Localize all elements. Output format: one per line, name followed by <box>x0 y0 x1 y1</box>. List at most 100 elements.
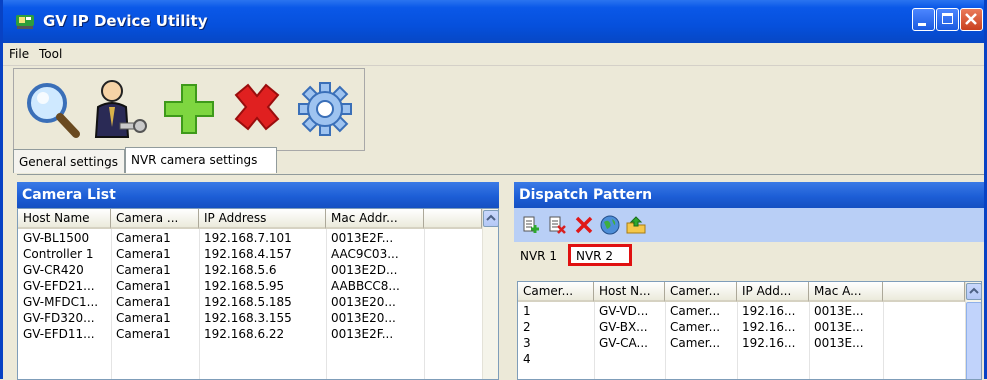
cell-camera: Camera1 <box>116 295 171 309</box>
cell-mac-address: 0013E2F... <box>331 231 394 245</box>
dispatch-toolbar <box>514 208 984 242</box>
nvr-subtabs: NVR 1 NVR 2 <box>514 242 984 266</box>
cell-ip-address: 192.16... <box>742 336 796 350</box>
tab-nvr-1[interactable]: NVR 1 <box>516 246 561 266</box>
cell-mac-address: 0013E... <box>814 320 864 334</box>
table-row[interactable]: GV-FD320... Camera1 192.168.3.155 0013E20..… <box>18 310 482 326</box>
search-button[interactable] <box>22 77 84 141</box>
dispatch-delete-button[interactable] <box>572 213 596 237</box>
chevron-up-icon <box>486 214 496 221</box>
tab-nvr-camera-settings[interactable]: NVR camera settings <box>125 147 277 173</box>
dispatch-table[interactable]: Camer... Host N... Camer... IP Add... Ma… <box>517 281 982 380</box>
cell-camera-no: 3 <box>523 336 531 350</box>
title-bar[interactable]: GV IP Device Utility <box>3 0 984 43</box>
dispatch-export-button[interactable] <box>624 213 648 237</box>
add-green-icon <box>523 216 539 233</box>
cell-mac-address: 0013E2F... <box>331 327 394 341</box>
gear-icon <box>298 82 352 136</box>
globe-icon <box>600 215 620 235</box>
table-row[interactable]: 4 <box>518 351 965 367</box>
column-header-camera-no[interactable]: Camer... <box>518 282 594 302</box>
scroll-up-button[interactable] <box>483 210 498 227</box>
cell-ip-address <box>737 351 809 367</box>
cell-mac-address: 0013E20... <box>331 295 396 309</box>
dispatch-network-button[interactable] <box>598 213 622 237</box>
cell-ip-address: 192.168.4.157 <box>204 247 292 261</box>
column-header-ip-address[interactable]: IP Address <box>199 209 326 229</box>
cell-ip-address: 192.168.3.155 <box>204 311 292 325</box>
cell-ip-address: 192.168.5.95 <box>204 279 285 293</box>
delete-x-icon <box>575 216 593 234</box>
table-row[interactable]: GV-CR420 Camera1 192.168.5.6 0013E2D... <box>18 262 482 278</box>
table-row[interactable]: 2 GV-BX... Camer... 192.16... 0013E... <box>518 319 965 335</box>
cell-camera: Camera1 <box>116 263 171 277</box>
cell-mac-address: AABBCC8... <box>331 279 400 293</box>
dispatch-pattern-header: Dispatch Pattern <box>514 182 984 208</box>
cell-camera: Camera1 <box>116 247 171 261</box>
cell-camera-name <box>665 351 737 367</box>
settings-button[interactable] <box>294 77 356 141</box>
menu-file[interactable]: File <box>9 47 29 61</box>
dispatch-add-button[interactable] <box>520 213 544 237</box>
cell-mac-address <box>809 351 883 367</box>
cell-host-name: GV-BL1500 <box>23 231 90 245</box>
cell-host-name: GV-MFDC1... <box>23 295 99 309</box>
maximize-icon <box>942 13 953 24</box>
close-icon <box>965 13 977 25</box>
chevron-up-icon <box>969 287 979 294</box>
scroll-thumb[interactable] <box>966 302 981 379</box>
column-header-camera-name[interactable]: Camer... <box>665 282 737 302</box>
table-row[interactable]: 1 GV-VD... Camer... 192.16... 0013E... <box>518 303 965 319</box>
delete-icon <box>234 83 280 131</box>
cell-mac-address: 0013E2D... <box>331 263 398 277</box>
cell-host-name: GV-CR420 <box>23 263 84 277</box>
add-button[interactable] <box>158 77 220 141</box>
cell-camera-no: 1 <box>523 304 531 318</box>
column-header-mac-address[interactable]: Mac Addr... <box>326 209 424 229</box>
column-header-camera[interactable]: Camera ... <box>111 209 199 229</box>
camera-list-table[interactable]: Host Name Camera ... IP Address Mac Addr… <box>17 208 499 380</box>
tab-general-settings[interactable]: General settings <box>13 149 125 173</box>
cell-ip-address: 192.168.5.185 <box>204 295 292 309</box>
column-header-mac-address[interactable]: Mac A... <box>809 282 883 302</box>
cell-mac-address: 0013E20... <box>331 311 396 325</box>
cell-camera: Camera1 <box>116 279 171 293</box>
maximize-button[interactable] <box>936 8 959 31</box>
cell-host-name <box>594 351 665 367</box>
cell-ip-address: 192.168.7.101 <box>204 231 292 245</box>
tab-nvr-2[interactable]: NVR 2 <box>568 244 632 266</box>
camera-list-header: Camera List <box>17 182 499 208</box>
tab-content: Camera List Host Name Camera ... IP Addr… <box>17 174 984 380</box>
dispatch-remove-button[interactable] <box>546 213 570 237</box>
user-key-icon <box>94 80 147 138</box>
cell-camera-name: Camer... <box>670 320 721 334</box>
delete-button[interactable] <box>226 77 288 141</box>
column-header-host-name[interactable]: Host N... <box>594 282 665 302</box>
table-row[interactable]: GV-MFDC1... Camera1 192.168.5.185 0013E20..… <box>18 294 482 310</box>
column-header-ip-address[interactable]: IP Add... <box>737 282 809 302</box>
scroll-up-button[interactable] <box>966 283 981 300</box>
camera-list-scrollbar[interactable] <box>482 209 498 379</box>
column-header-empty <box>424 209 482 229</box>
table-row[interactable]: GV-EFD21... Camera1 192.168.5.95 AABBCC8... <box>18 278 482 294</box>
minimize-button[interactable] <box>912 8 935 31</box>
table-row[interactable]: GV-EFD11... Camera1 192.168.6.22 0013E2F... <box>18 326 482 342</box>
menu-tool[interactable]: Tool <box>39 47 62 61</box>
table-row[interactable]: 3 GV-CA... Camer... 192.16... 0013E... <box>518 335 965 351</box>
cell-camera-no: 2 <box>523 320 531 334</box>
menu-bar: File Tool <box>3 43 984 66</box>
cell-ip-address: 192.168.5.6 <box>204 263 277 277</box>
cell-host-name: GV-CA... <box>599 336 648 350</box>
add-icon <box>164 84 214 134</box>
app-window: GV IP Device Utility File Tool General s… <box>0 0 987 380</box>
cell-host-name: GV-BX... <box>599 320 648 334</box>
close-button[interactable] <box>960 8 983 31</box>
cell-camera-name: Camer... <box>670 304 721 318</box>
table-row[interactable]: Controller 1 Camera1 192.168.4.157 AAC9C03.… <box>18 246 482 262</box>
column-header-host-name[interactable]: Host Name <box>18 209 111 229</box>
login-button[interactable] <box>90 77 152 141</box>
window-title: GV IP Device Utility <box>43 12 208 30</box>
dispatch-scrollbar[interactable] <box>965 282 981 379</box>
cell-host-name: GV-VD... <box>599 304 649 318</box>
table-row[interactable]: GV-BL1500 Camera1 192.168.7.101 0013E2F... <box>18 230 482 246</box>
